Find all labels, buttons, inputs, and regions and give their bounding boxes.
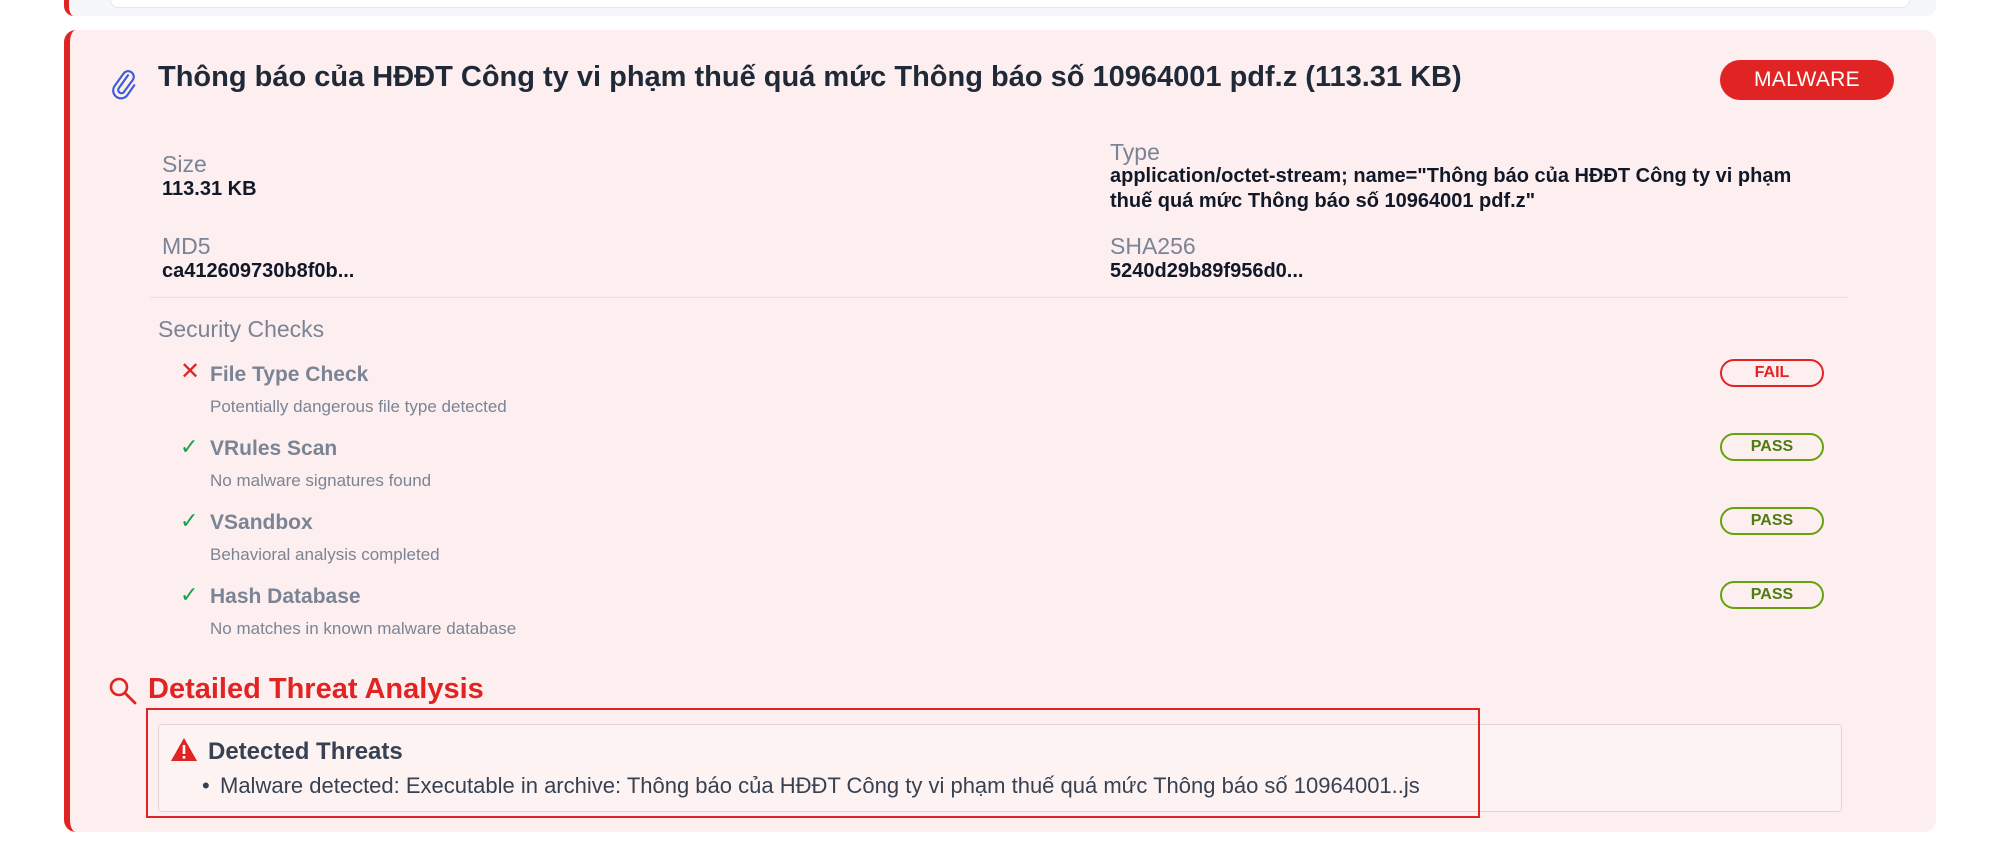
check-icon: ✓ xyxy=(180,582,199,607)
size-value: 113.31 KB xyxy=(162,178,257,200)
md5-label: MD5 xyxy=(162,233,211,259)
previous-attachment-inner-panel xyxy=(110,0,1910,8)
check-icon: ✓ xyxy=(180,434,199,459)
section-divider xyxy=(150,297,1848,298)
sha256-label: SHA256 xyxy=(1110,233,1196,259)
check-status-badge: PASS xyxy=(1720,433,1824,461)
type-label: Type xyxy=(1110,139,1160,165)
type-value-line-1: application/octet-stream; name="Thông bá… xyxy=(1110,165,1792,187)
check-icon: ✓ xyxy=(180,508,199,533)
search-icon xyxy=(109,677,137,705)
type-value-line-2: thuế quá mức Thông báo số 10964001 pdf.z… xyxy=(1110,190,1536,212)
highlight-box xyxy=(146,708,1480,818)
check-status-badge: FAIL xyxy=(1720,359,1824,387)
verdict-badge: MALWARE xyxy=(1720,60,1894,100)
check-description: No malware signatures found xyxy=(210,471,432,490)
threat-analysis-heading: Detailed Threat Analysis xyxy=(148,673,484,705)
check-name: VRules Scan xyxy=(210,437,338,460)
check-description: No matches in known malware database xyxy=(210,619,517,638)
sha256-value: 5240d29b89f956d0... xyxy=(1110,260,1304,282)
paperclip-icon xyxy=(112,70,136,100)
attachment-title: Thông báo của HĐĐT Công ty vi phạm thuế … xyxy=(158,61,1462,93)
check-status-badge: PASS xyxy=(1720,507,1824,535)
check-description: Potentially dangerous file type detected xyxy=(210,397,507,416)
security-checks-title: Security Checks xyxy=(158,316,325,342)
check-name: VSandbox xyxy=(210,511,313,534)
x-icon: ✕ xyxy=(180,358,201,385)
check-name: File Type Check xyxy=(210,363,369,386)
check-status-badge: PASS xyxy=(1720,581,1824,609)
check-description: Behavioral analysis completed xyxy=(210,545,440,564)
size-label: Size xyxy=(162,151,207,177)
check-name: Hash Database xyxy=(210,585,361,608)
md5-value: ca412609730b8f0b... xyxy=(162,260,355,282)
